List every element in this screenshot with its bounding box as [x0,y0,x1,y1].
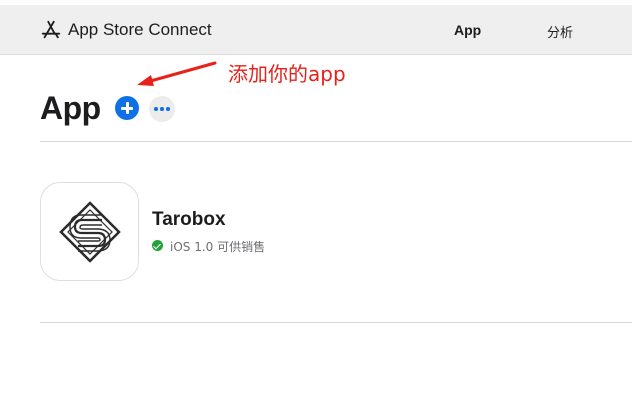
app-icon [40,182,139,281]
page-title: App [40,90,101,126]
divider [40,141,632,142]
app-store-icon [41,20,61,39]
nav-app[interactable]: App [454,22,481,38]
brand-name: App Store Connect [68,20,212,39]
nav-analytics[interactable]: 分析 [547,22,573,41]
ellipsis-icon [154,107,158,111]
checkmark-icon [152,240,163,251]
app-card[interactable]: Tarobox iOS 1.0 可供销售 [40,182,440,282]
brand[interactable]: App Store Connect [40,18,212,42]
top-navigation-bar: App Store Connect App 分析 [0,5,632,55]
more-options-button[interactable] [149,96,175,122]
app-status: iOS 1.0 可供销售 [170,240,266,254]
annotation-arrow [137,61,217,86]
add-app-button[interactable] [115,96,139,120]
tarobox-logo-icon [58,200,121,263]
annotation-label: 添加你的app [228,62,346,86]
app-name[interactable]: Tarobox [152,209,226,231]
divider [40,322,632,323]
